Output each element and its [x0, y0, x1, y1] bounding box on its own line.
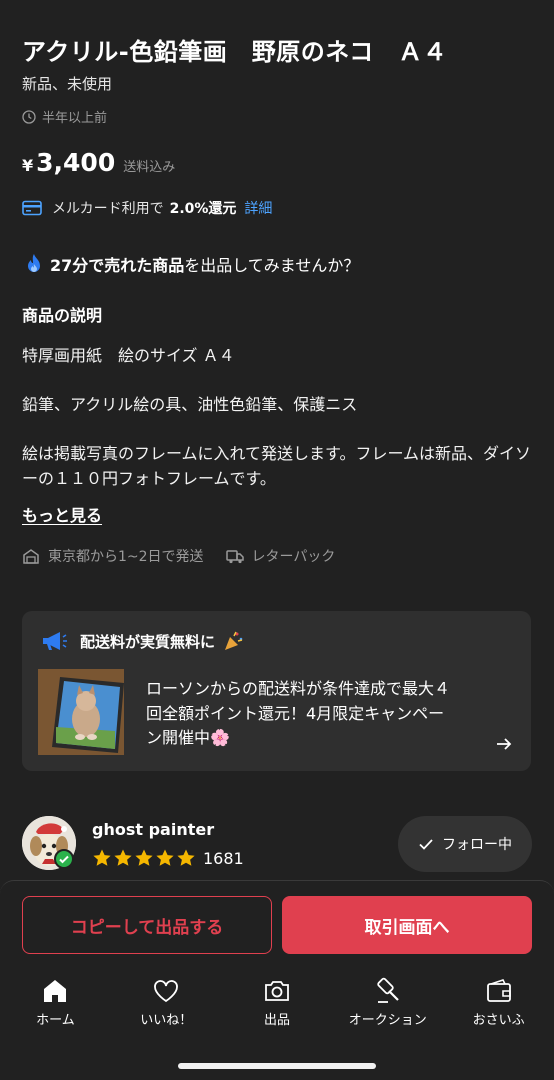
party-popper-icon [225, 631, 243, 650]
tab-label: 出品 [263, 1013, 290, 1028]
verified-badge [54, 849, 74, 869]
tab-wallet[interactable]: おさいふ [443, 976, 554, 1036]
mercard-details-link[interactable]: 詳細 [244, 198, 272, 218]
seller-section[interactable]: ghost painter 1681 フォロー中 [22, 816, 532, 876]
campaign-header: 配送料が実質無料に [40, 630, 259, 652]
mercard-offer: メルカード利用で 2.0%還元 詳細 [22, 198, 272, 218]
star-icon [177, 849, 195, 866]
shipping-campaign-card[interactable]: 配送料が実質無料に ローソンからの配送料が条件達成で最大４回全額ポイント還元！4… [22, 611, 531, 771]
ship-origin: 東京都から1~2日で発送 [48, 549, 204, 565]
tab-bar: ホーム いいね！ 出品 オークション おさいふ [0, 976, 554, 1036]
warehouse-icon [23, 549, 39, 564]
clock-icon [22, 109, 36, 124]
star-icon [114, 849, 132, 866]
follow-label: フォロー中 [442, 837, 512, 853]
tab-label: オークション [348, 1013, 427, 1028]
tab-home[interactable]: ホーム [0, 976, 111, 1036]
follow-button[interactable]: フォロー中 [398, 816, 532, 872]
bottom-action-bar: コピーして出品する 取引画面へ ホーム いいね！ 出品 オークション おさいふ [0, 880, 554, 1080]
check-icon [59, 855, 69, 864]
price: ¥ 3,400 送料込み [22, 148, 175, 177]
sell-promo-bold: 27分で売れた商品 [50, 256, 185, 275]
tab-label: ホーム [36, 1013, 75, 1028]
home-icon [44, 980, 67, 1002]
shipping-info: 東京都から1~2日で発送 レターパック [22, 546, 335, 566]
megaphone-icon [43, 632, 67, 650]
description-heading: 商品の説明 [22, 306, 103, 325]
home-indicator[interactable] [178, 1063, 376, 1069]
heart-icon [154, 980, 179, 1003]
seller-rating: 1681 [92, 848, 244, 868]
go-to-transaction-button[interactable]: 取引画面へ [282, 896, 532, 954]
copy-and-list-button[interactable]: コピーして出品する [22, 896, 272, 954]
item-condition: 新品、未使用 [22, 75, 113, 93]
posted-time-text: 半年以上前 [42, 111, 108, 126]
credit-card-icon [22, 200, 42, 216]
tab-likes[interactable]: いいね！ [111, 976, 222, 1036]
price-currency: ¥ [22, 156, 34, 175]
item-detail-scroll[interactable]: アクリル-色鉛筆画 野原のネコ Ａ４ 新品、未使用 半年以上前 ¥ 3,400 … [0, 0, 554, 880]
gavel-icon [377, 977, 399, 1003]
ship-method: レターパック [251, 549, 336, 565]
wallet-icon [486, 979, 511, 1002]
mercard-rate: 2.0%還元 [169, 201, 237, 217]
seller-name[interactable]: ghost painter [92, 820, 214, 839]
item-title: アクリル-色鉛筆画 野原のネコ Ａ４ [22, 38, 448, 66]
tab-label: いいね！ [140, 1013, 193, 1028]
tab-auction[interactable]: オークション [332, 976, 443, 1036]
star-icon [135, 849, 153, 866]
tab-label: おさいふ [472, 1013, 525, 1028]
shipping-included: 送料込み [123, 160, 176, 175]
tab-sell[interactable]: 出品 [222, 976, 333, 1036]
arrow-right-icon[interactable] [495, 735, 513, 753]
star-icon [93, 849, 111, 866]
posted-time: 半年以上前 [22, 107, 107, 126]
camera-icon [265, 981, 289, 1001]
see-more-link[interactable]: もっと見る [22, 502, 102, 526]
sell-promo-text: を出品してみませんか？ [184, 256, 360, 275]
mercard-text: メルカード利用で [52, 201, 164, 217]
checkmark-icon [419, 839, 433, 850]
star-icon [156, 849, 174, 866]
campaign-title: 配送料が実質無料に [80, 632, 216, 651]
price-amount: 3,400 [36, 148, 116, 177]
description-body: 特厚画用紙 絵のサイズ Ａ４ 鉛筆、アクリル絵の具、油性色鉛筆、保護ニス 絵は掲… [22, 346, 531, 488]
campaign-text: ローソンからの配送料が条件達成で最大４回全額ポイント還元！4月限定キャンペーン開… [146, 679, 451, 747]
truck-icon [225, 550, 244, 564]
cat-painting-image [38, 669, 124, 755]
fire-icon [28, 254, 40, 272]
painting-thumbnail [38, 669, 124, 755]
review-count: 1681 [203, 848, 244, 868]
sell-promo[interactable]: 27分で売れた商品 を出品してみませんか？ [24, 252, 359, 276]
